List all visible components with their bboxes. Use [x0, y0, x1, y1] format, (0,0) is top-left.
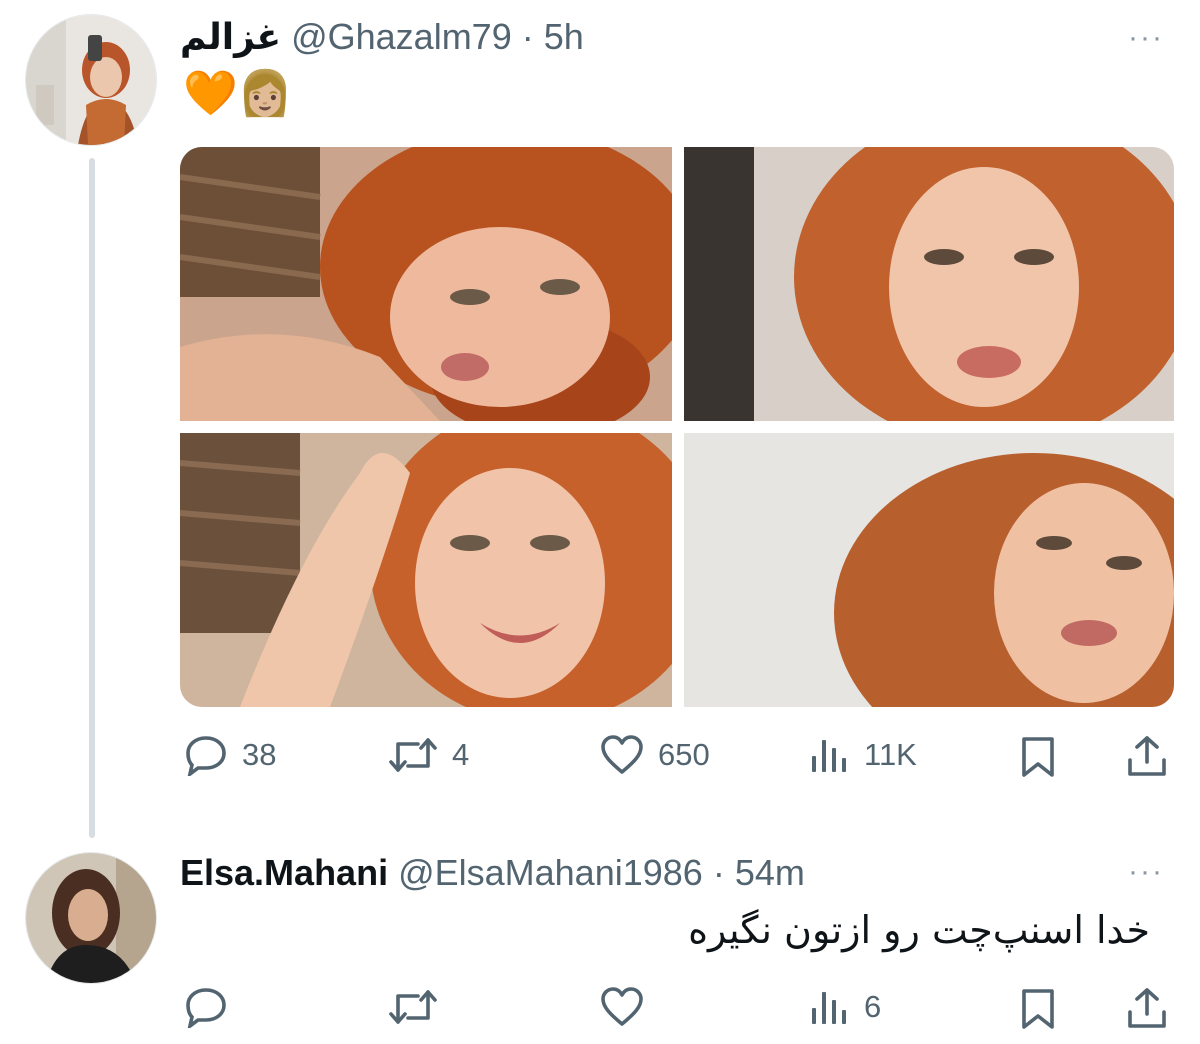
- tweet-text: 🧡👩🏼: [183, 69, 293, 118]
- photo-2[interactable]: [684, 147, 1174, 421]
- like-button[interactable]: [600, 986, 644, 1028]
- tweet-display-name[interactable]: غزالم: [180, 17, 281, 58]
- photo-3[interactable]: [180, 433, 672, 707]
- bookmark-icon: [1022, 989, 1054, 1029]
- more-options-icon[interactable]: ···: [1128, 23, 1164, 53]
- tweet-time[interactable]: 5h: [544, 16, 584, 58]
- photo-4[interactable]: [684, 433, 1174, 707]
- share-button[interactable]: [1126, 734, 1168, 778]
- elsa-avatar[interactable]: [25, 852, 157, 984]
- reply-count: 38: [242, 737, 277, 772]
- views-icon: [812, 740, 846, 772]
- photo-1[interactable]: [180, 147, 672, 421]
- views-count: 6: [864, 989, 882, 1024]
- ghazal-avatar[interactable]: [25, 14, 157, 146]
- heart-icon: [601, 987, 643, 1026]
- bookmark-button[interactable]: [1020, 736, 1056, 778]
- views-icon: [812, 992, 846, 1024]
- views-count: 11K: [864, 737, 917, 772]
- reply-icon: [186, 988, 226, 1028]
- retweet-icon: [389, 990, 437, 1024]
- reply-icon: [186, 736, 226, 776]
- media-grid: [180, 147, 1174, 707]
- retweet-button[interactable]: 4: [388, 734, 469, 776]
- bookmark-icon: [1022, 737, 1054, 777]
- retweet-icon: [389, 738, 437, 772]
- reply-time[interactable]: 54m: [735, 852, 805, 894]
- heart-icon: [601, 735, 643, 774]
- reply-button[interactable]: 38: [184, 734, 276, 776]
- reply-button[interactable]: [184, 986, 228, 1028]
- share-button[interactable]: [1126, 986, 1168, 1030]
- like-count: 650: [658, 737, 710, 772]
- share-icon: [1128, 988, 1166, 1028]
- views-button[interactable]: 6: [810, 986, 881, 1028]
- views-button[interactable]: 11K: [810, 734, 917, 776]
- like-button[interactable]: 650: [600, 734, 710, 776]
- more-options-icon[interactable]: ···: [1128, 857, 1164, 887]
- separator-dot: ·: [712, 852, 725, 893]
- bookmark-button[interactable]: [1020, 988, 1056, 1030]
- retweet-button[interactable]: [388, 986, 438, 1028]
- tweet-handle[interactable]: @Ghazalm79: [291, 16, 512, 58]
- separator-dot: ·: [521, 16, 534, 57]
- reply-display-name[interactable]: Elsa.Mahani: [180, 852, 388, 894]
- reply-handle[interactable]: @ElsaMahani1986: [398, 852, 703, 894]
- reply-text: خدا اسنپ‌چت رو ازتون نگیره: [688, 908, 1150, 952]
- retweet-count: 4: [452, 737, 470, 772]
- share-icon: [1128, 736, 1166, 776]
- thread-connector-line: [89, 158, 95, 838]
